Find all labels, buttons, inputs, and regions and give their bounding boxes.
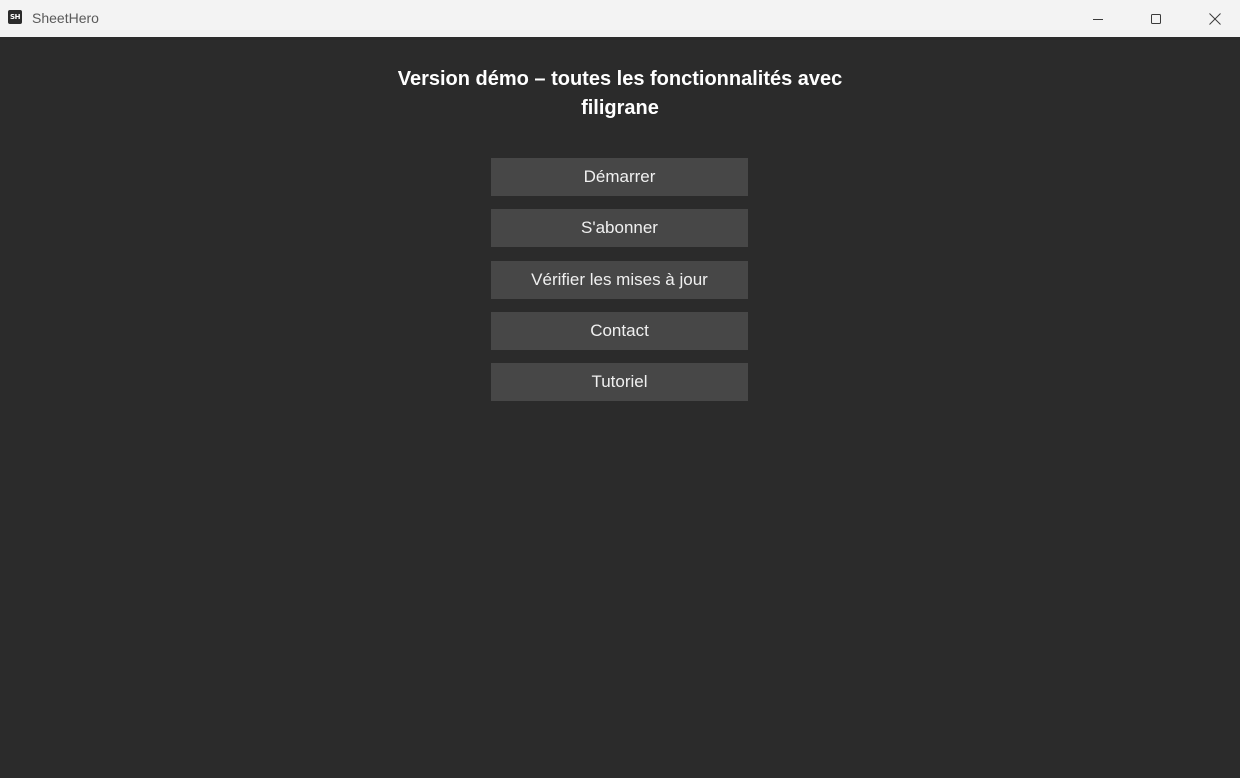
subscribe-button[interactable]: S'abonner (491, 209, 748, 247)
close-icon (1209, 12, 1221, 25)
contact-button[interactable]: Contact (491, 312, 748, 350)
minimize-icon (1093, 18, 1103, 20)
close-button[interactable] (1186, 0, 1240, 37)
window-title: SheetHero (32, 10, 99, 26)
page-heading: Version démo – toutes les fonctionnalité… (397, 68, 843, 119)
maximize-icon (1151, 13, 1161, 24)
check-updates-button[interactable]: Vérifier les mises à jour (491, 261, 748, 299)
main-content: Version démo – toutes les fonctionnalité… (0, 37, 1240, 778)
maximize-button[interactable] (1127, 0, 1185, 37)
app-window: SH SheetHero Version démo – toutes les f… (0, 0, 1240, 778)
start-button[interactable]: Démarrer (491, 158, 748, 196)
title-bar[interactable]: SH SheetHero (0, 0, 1240, 37)
app-icon: SH (8, 10, 22, 24)
tutorial-button[interactable]: Tutoriel (491, 363, 748, 401)
minimize-button[interactable] (1069, 0, 1127, 37)
